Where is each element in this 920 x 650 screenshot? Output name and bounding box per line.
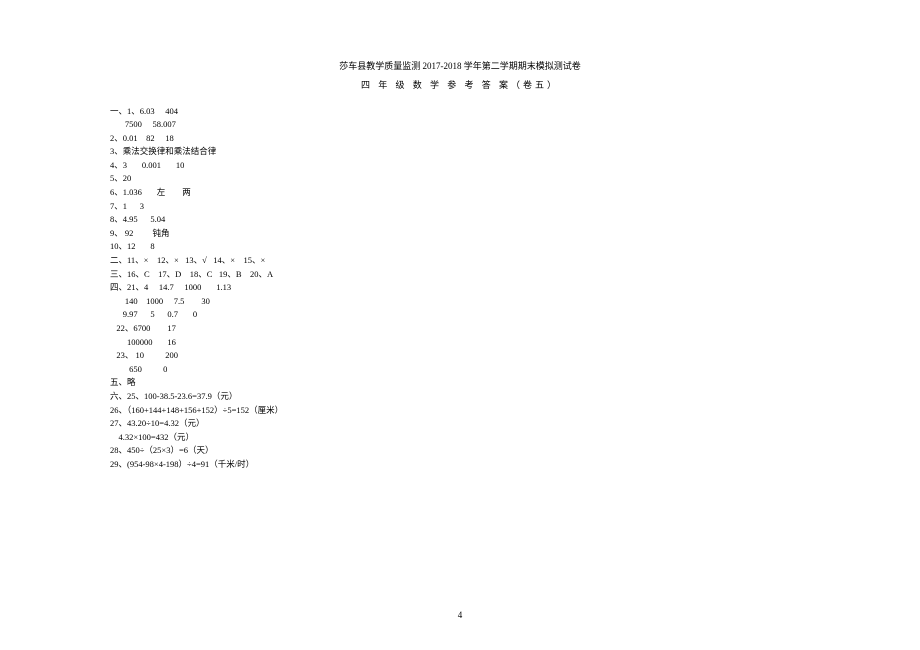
- answer-line: 2、0.01 82 18: [110, 132, 810, 146]
- answer-line: 4.32×100=432（元）: [110, 431, 810, 445]
- answer-line: 28、450÷（25×3）=6（天）: [110, 444, 810, 458]
- answer-line: 6、1.036 左 两: [110, 186, 810, 200]
- answer-line: 10、12 8: [110, 240, 810, 254]
- answer-line: 27、43.20÷10=4.32（元）: [110, 417, 810, 431]
- document-title: 莎车县教学质量监测 2017-2018 学年第二学期期末模拟测试卷: [110, 60, 810, 74]
- answer-line: 4、3 0.001 10: [110, 159, 810, 173]
- answer-line: 3、乘法交换律和乘法结合律: [110, 145, 810, 159]
- answer-line: 一、1、6.03 404: [110, 105, 810, 119]
- answer-line: 四、21、4 14.7 1000 1.13: [110, 281, 810, 295]
- answer-line: 二、11、× 12、× 13、√ 14、× 15、×: [110, 254, 810, 268]
- answer-line: 五、略: [110, 376, 810, 390]
- answer-line: 9.97 5 0.7 0: [110, 308, 810, 322]
- answer-line: 8、4.95 5.04: [110, 213, 810, 227]
- page-number: 4: [0, 610, 920, 620]
- answer-line: 22、6700 17: [110, 322, 810, 336]
- document-subtitle: 四 年 级 数 学 参 考 答 案（卷五）: [110, 78, 810, 91]
- answer-line: 三、16、C 17、D 18、C 19、B 20、A: [110, 268, 810, 282]
- answer-line: 100000 16: [110, 336, 810, 350]
- answer-content: 一、1、6.03 404 7500 58.007 2、0.01 82 18 3、…: [110, 105, 810, 472]
- answer-line: 7500 58.007: [110, 118, 810, 132]
- answer-line: 5、20: [110, 172, 810, 186]
- answer-line: 29、(954-98×4-198）÷4=91（千米/时）: [110, 458, 810, 472]
- answer-line: 六、25、100-38.5-23.6=37.9（元）: [110, 390, 810, 404]
- document-page: 莎车县教学质量监测 2017-2018 学年第二学期期末模拟测试卷 四 年 级 …: [0, 0, 920, 472]
- answer-line: 650 0: [110, 363, 810, 377]
- answer-line: 140 1000 7.5 30: [110, 295, 810, 309]
- answer-line: 9、 92 钝角: [110, 227, 810, 241]
- answer-line: 26、（160+144+148+156+152）÷5=152（厘米）: [110, 404, 810, 418]
- answer-line: 7、1 3: [110, 200, 810, 214]
- answer-line: 23、 10 200: [110, 349, 810, 363]
